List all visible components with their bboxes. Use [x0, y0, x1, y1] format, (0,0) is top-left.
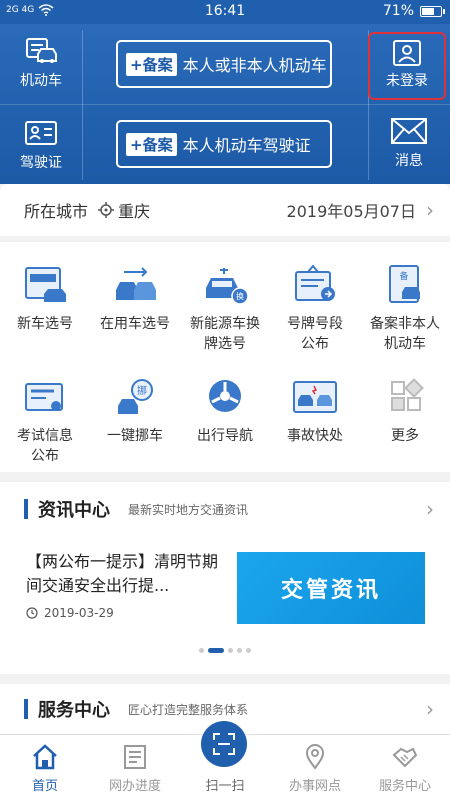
user-icon — [393, 40, 421, 66]
service-center-subtitle: 匠心打造完整服务体系 — [128, 702, 249, 717]
carousel-dot[interactable] — [246, 648, 251, 653]
nav-home-label: 首页 — [31, 779, 58, 794]
license-button[interactable]: 驾驶证 — [0, 118, 82, 172]
service-label: 出行导航 — [197, 428, 253, 444]
banner2-tag: +备案 — [126, 132, 177, 156]
service-label: 号牌号段公布 — [287, 316, 343, 352]
chevron-right-icon[interactable]: › — [426, 697, 434, 721]
service-label: 事故快处 — [287, 428, 343, 444]
service-item-plate-range[interactable]: 号牌号段公布 — [270, 264, 360, 354]
bottom-nav: 首页 网办进度 扫一扫 办事网点 服务中心 — [0, 721, 450, 800]
record-vehicle-banner[interactable]: +备案 本人或非本人机动车 — [116, 40, 332, 88]
nav-scan-label[interactable]: 扫一扫 — [180, 775, 270, 794]
news-item-title[interactable]: 【两公布一提示】清明节期间交通安全出行提... — [26, 550, 226, 598]
svg-text:备: 备 — [399, 270, 408, 282]
mail-icon — [391, 118, 427, 144]
nav-home[interactable]: 首页 — [0, 743, 90, 794]
progress-list-icon — [124, 745, 146, 769]
carousel-dot[interactable] — [199, 648, 204, 653]
banner1-text: 本人或非本人机动车 — [182, 56, 327, 75]
handshake-icon — [392, 747, 418, 768]
service-item-used-car-plate[interactable]: 在用车选号 — [90, 264, 180, 334]
city-row[interactable]: 所在城市 重庆 2019年05月07日 › — [0, 184, 450, 236]
city-label: 所在城市 — [24, 202, 89, 221]
news-header[interactable]: 资讯中心 最新实时地方交通资讯 › — [0, 482, 450, 536]
nav-progress[interactable]: 网办进度 — [90, 743, 180, 794]
news-date-text: 2019-03-29 — [44, 606, 114, 620]
login-button[interactable]: 未登录 — [368, 32, 446, 100]
plate-range-icon — [295, 264, 335, 301]
nav-progress-label: 网办进度 — [108, 779, 161, 794]
service-item-ev-swap[interactable]: 换 新能源车换牌选号 — [180, 264, 270, 354]
nav-outlets-label: 办事网点 — [288, 779, 341, 794]
news-image-text: 交管资讯 — [280, 577, 381, 603]
message-button[interactable]: 消息 — [368, 116, 450, 170]
scan-icon — [213, 733, 235, 755]
service-label: 考试信息公布 — [17, 428, 73, 464]
svg-text:挪: 挪 — [137, 384, 147, 397]
service-label: 更多 — [391, 428, 419, 444]
chevron-right-icon[interactable]: › — [426, 198, 434, 222]
ev-swap-icon: 换 — [206, 268, 249, 305]
scan-button[interactable] — [201, 721, 247, 767]
battery-percent: 71% — [382, 3, 414, 19]
vehicle-button[interactable]: 机动车 — [0, 36, 82, 90]
svg-text:换: 换 — [236, 291, 244, 301]
carousel-dots — [0, 648, 450, 653]
news-item-date: 2019-03-29 — [26, 606, 114, 620]
clock-icon — [26, 607, 38, 619]
header-panel: 机动车 驾驶证 +备案 本人或非本人机动车 +备案 本人机动车驾驶证 未登录 消… — [0, 24, 450, 184]
city-name: 重庆 — [118, 202, 151, 221]
service-item-move-car[interactable]: 挪 一键挪车 — [90, 376, 180, 446]
service-item-navigation[interactable]: 出行导航 — [180, 376, 270, 446]
move-car-icon: 挪 — [118, 379, 153, 414]
license-label: 驾驶证 — [20, 155, 62, 171]
record-license-banner[interactable]: +备案 本人机动车驾驶证 — [116, 120, 332, 168]
chevron-right-icon[interactable]: › — [426, 497, 434, 521]
license-card-icon — [25, 121, 57, 145]
city-selector[interactable]: 重庆 — [98, 198, 150, 222]
city-date: 2019年05月07日 — [286, 202, 416, 221]
nav-service[interactable]: 服务中心 — [360, 743, 450, 794]
navigation-icon — [209, 380, 241, 412]
service-item-new-plate[interactable]: 新车选号 — [0, 264, 90, 334]
exam-info-icon — [25, 383, 63, 411]
more-icon — [391, 378, 424, 411]
vehicle-label: 机动车 — [20, 73, 62, 89]
battery-icon — [420, 5, 445, 17]
used-car-plate-icon — [116, 267, 156, 300]
record-vehicle-icon: 备 — [389, 265, 420, 303]
status-bar: 2G 4G 16:41 71% — [0, 0, 450, 24]
locate-icon — [98, 202, 115, 218]
news-image[interactable]: 交管资讯 — [237, 552, 425, 624]
service-center-title: 服务中心 — [38, 700, 110, 721]
home-icon — [33, 744, 57, 770]
service-label: 新车选号 — [17, 316, 73, 332]
service-label: 新能源车换牌选号 — [190, 316, 260, 352]
news-section: 资讯中心 最新实时地方交通资讯 › 【两公布一提示】清明节期间交通安全出行提..… — [0, 482, 450, 674]
carousel-dot-active[interactable] — [208, 648, 224, 653]
service-label: 一键挪车 — [107, 428, 163, 444]
carousel-dot[interactable] — [228, 648, 233, 653]
car-icon — [26, 38, 57, 63]
service-item-record-vehicle[interactable]: 备 备案非本人机动车 — [360, 264, 450, 354]
location-pin-icon — [305, 744, 325, 770]
login-label: 未登录 — [386, 73, 428, 89]
accident-icon — [293, 381, 337, 413]
nav-service-label: 服务中心 — [378, 779, 431, 794]
service-item-exam-info[interactable]: 考试信息公布 — [0, 376, 90, 466]
nav-outlets[interactable]: 办事网点 — [270, 743, 360, 794]
service-item-accident[interactable]: 事故快处 — [270, 376, 360, 446]
news-title: 资讯中心 — [38, 500, 110, 521]
service-grid: 新车选号 在用车选号 换 新能源车换牌选号 号牌号段公布 备 备案非本人机动车 … — [0, 242, 450, 472]
new-plate-icon — [25, 267, 66, 302]
news-subtitle: 最新实时地方交通资讯 — [128, 502, 249, 517]
service-item-more[interactable]: 更多 — [360, 376, 450, 446]
banner2-text: 本人机动车驾驶证 — [182, 136, 311, 155]
service-label: 备案非本人机动车 — [370, 316, 440, 352]
service-label: 在用车选号 — [100, 316, 170, 332]
message-label: 消息 — [395, 153, 423, 169]
carousel-dot[interactable] — [237, 648, 242, 653]
banner1-tag: +备案 — [126, 52, 177, 76]
